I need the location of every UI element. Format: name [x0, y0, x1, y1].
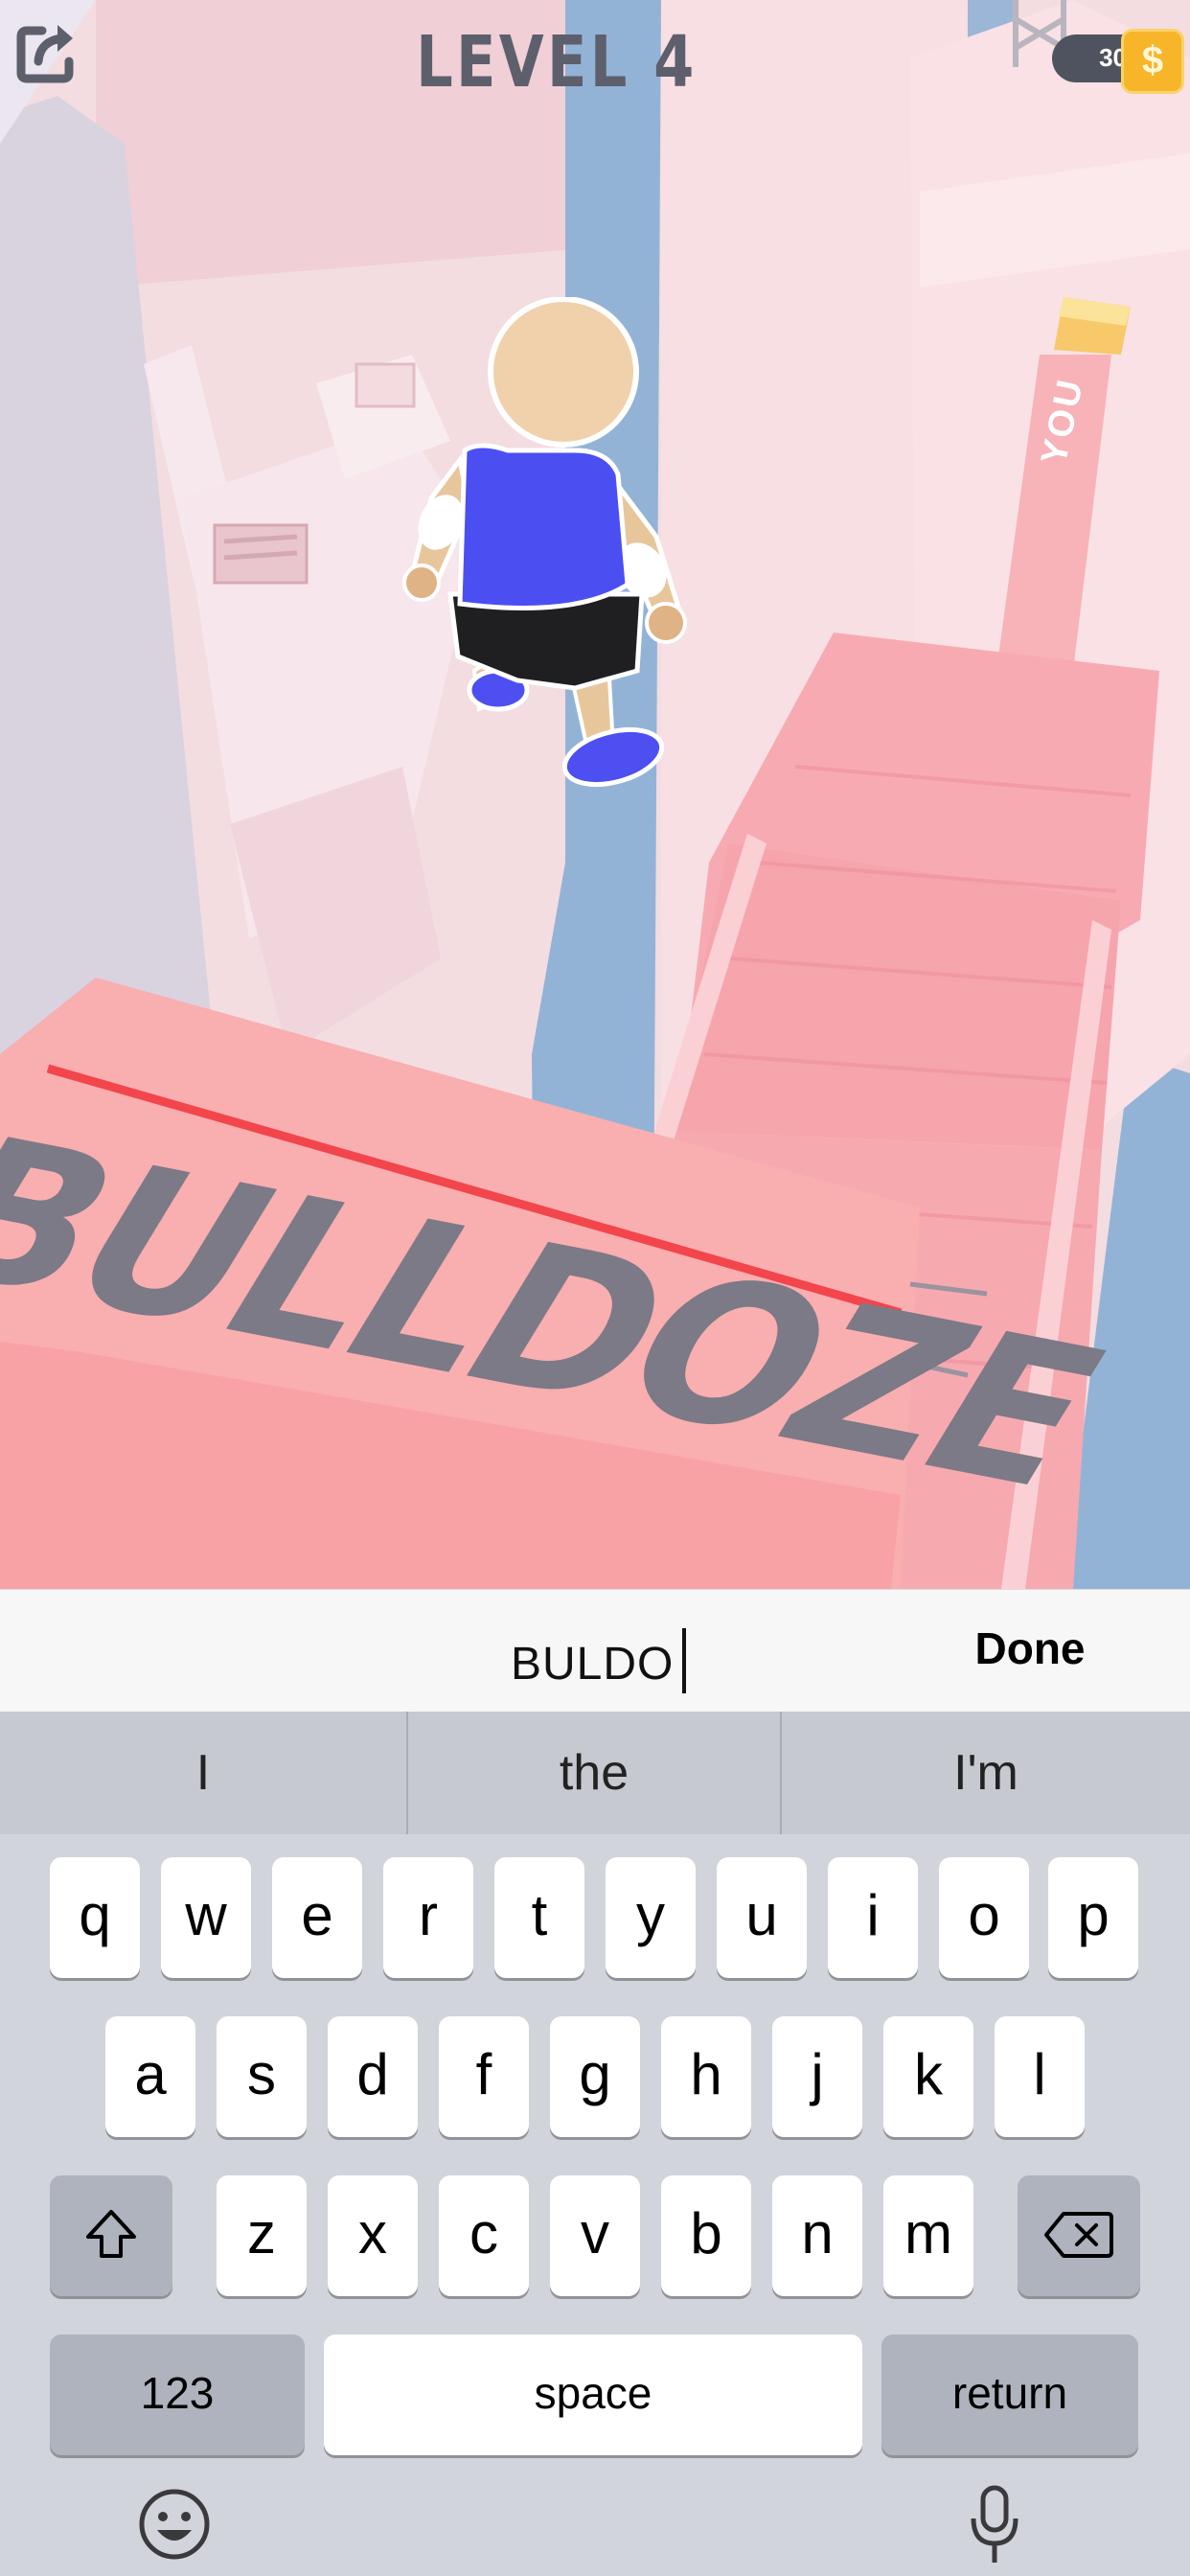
key-i[interactable]: i [828, 1857, 918, 1978]
key-f[interactable]: f [439, 2016, 529, 2137]
key-w[interactable]: w [161, 1857, 251, 1978]
key-y[interactable]: y [606, 1857, 696, 1978]
key-z[interactable]: z [217, 2175, 307, 2296]
coin-counter: 30 $ [1052, 29, 1184, 94]
key-v[interactable]: v [550, 2175, 640, 2296]
key-b[interactable]: b [661, 2175, 751, 2296]
key-e[interactable]: e [272, 1857, 362, 1978]
dictation-button[interactable] [968, 2482, 1021, 2575]
backspace-key[interactable] [1018, 2175, 1140, 2296]
done-button[interactable]: Done [963, 1615, 1097, 1682]
key-l[interactable]: l [995, 2016, 1085, 2137]
microphone-icon [971, 2485, 1018, 2563]
coin-count: 30 [1099, 43, 1127, 72]
suggestion-bar: I the I'm [0, 1712, 1190, 1834]
level-title: LEVEL 4 [416, 21, 698, 104]
key-c[interactable]: c [439, 2175, 529, 2296]
key-u[interactable]: u [717, 1857, 807, 1978]
numbers-key[interactable]: 123 [50, 2334, 305, 2455]
share-button[interactable] [13, 17, 80, 84]
shift-key[interactable] [50, 2175, 172, 2296]
shift-icon [86, 2210, 136, 2258]
key-o[interactable]: o [939, 1857, 1029, 1978]
key-x[interactable]: x [328, 2175, 418, 2296]
space-key[interactable]: space [324, 2334, 862, 2455]
emoji-icon [139, 2489, 210, 2560]
dollar-coin-icon: $ [1121, 29, 1184, 94]
key-m[interactable]: m [883, 2175, 973, 2296]
key-s[interactable]: s [217, 2016, 307, 2137]
key-p[interactable]: p [1048, 1857, 1138, 1978]
player-character [402, 297, 687, 787]
key-t[interactable]: t [494, 1857, 584, 1978]
key-r[interactable]: r [383, 1857, 473, 1978]
return-key[interactable]: return [881, 2334, 1138, 2455]
key-q[interactable]: q [50, 1857, 140, 1978]
backspace-icon [1044, 2212, 1113, 2258]
key-d[interactable]: d [328, 2016, 418, 2137]
text-input-bar: BULDO Done [0, 1589, 1190, 1713]
suggestion-1[interactable]: I [0, 1712, 406, 1834]
game-scene[interactable]: BULLDOZE YOU LEVEL 4 30 $ [0, 0, 1190, 1589]
key-g[interactable]: g [550, 2016, 640, 2137]
share-icon [16, 25, 74, 83]
word-input[interactable]: BULDO [511, 1638, 674, 1690]
key-j[interactable]: j [772, 2016, 862, 2137]
emoji-button[interactable] [134, 2484, 215, 2569]
key-n[interactable]: n [772, 2175, 862, 2296]
key-a[interactable]: a [105, 2016, 195, 2137]
key-h[interactable]: h [661, 2016, 751, 2137]
suggestion-3[interactable]: I'm [782, 1712, 1190, 1834]
keyboard: q w e r t y u i o p a s d f g h j k l z … [0, 1834, 1190, 2576]
suggestion-2[interactable]: the [408, 1712, 780, 1834]
key-k[interactable]: k [883, 2016, 973, 2137]
text-cursor [682, 1628, 686, 1693]
